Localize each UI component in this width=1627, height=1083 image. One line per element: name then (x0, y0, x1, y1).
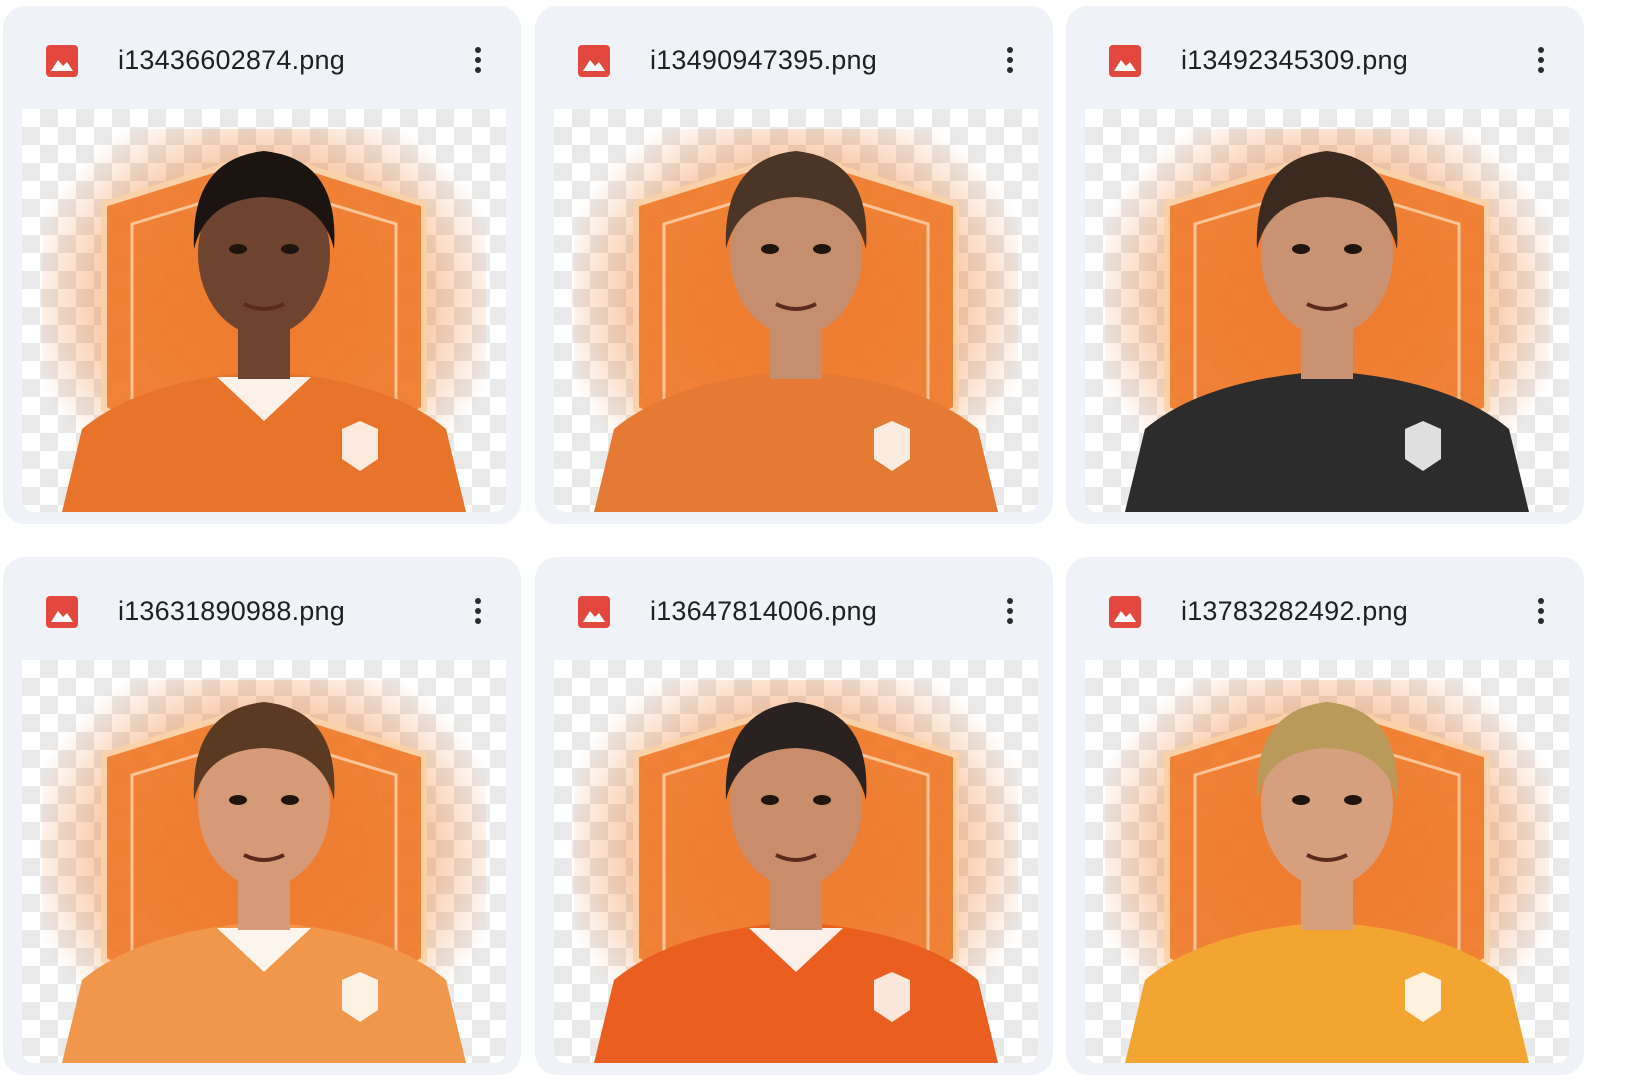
more-options-button[interactable] (995, 40, 1025, 80)
file-thumbnail[interactable] (1085, 660, 1569, 1063)
file-card[interactable]: i13492345309.png (1066, 6, 1584, 524)
image-file-icon (46, 45, 78, 77)
image-file-icon (578, 596, 610, 628)
file-card[interactable]: i13436602874.png (3, 6, 521, 524)
file-name: i13436602874.png (118, 45, 345, 75)
file-thumbnail[interactable] (1085, 109, 1569, 512)
more-options-button[interactable] (463, 40, 493, 80)
file-card-header: i13631890988.png (3, 557, 521, 657)
file-thumbnail[interactable] (22, 660, 506, 1063)
file-card-header: i13647814006.png (535, 557, 1053, 657)
more-options-button[interactable] (463, 591, 493, 631)
file-card-header: i13490947395.png (535, 6, 1053, 106)
player-portrait-image (574, 129, 1018, 512)
file-card[interactable]: i13490947395.png (535, 6, 1053, 524)
player-portrait-image (1105, 680, 1549, 1063)
file-card-header: i13492345309.png (1066, 6, 1584, 106)
file-card[interactable]: i13783282492.png (1066, 557, 1584, 1075)
player-portrait-image (1105, 129, 1549, 512)
file-card-header: i13783282492.png (1066, 557, 1584, 657)
player-portrait-image (42, 680, 486, 1063)
file-card[interactable]: i13631890988.png (3, 557, 521, 1075)
player-portrait-image (574, 680, 1018, 1063)
image-file-icon (578, 45, 610, 77)
image-file-icon (1109, 596, 1141, 628)
file-card[interactable]: i13647814006.png (535, 557, 1053, 1075)
player-portrait-image (42, 129, 486, 512)
file-name: i13492345309.png (1181, 45, 1408, 75)
file-name: i13490947395.png (650, 45, 877, 75)
more-options-button[interactable] (995, 591, 1025, 631)
file-name: i13631890988.png (118, 596, 345, 626)
image-file-icon (1109, 45, 1141, 77)
more-options-button[interactable] (1526, 40, 1556, 80)
image-file-icon (46, 596, 78, 628)
file-thumbnail[interactable] (554, 109, 1038, 512)
file-grid: i13436602874.png i13490947395.png i13492… (0, 0, 1627, 1083)
file-name: i13647814006.png (650, 596, 877, 626)
file-name: i13783282492.png (1181, 596, 1408, 626)
file-thumbnail[interactable] (554, 660, 1038, 1063)
more-options-button[interactable] (1526, 591, 1556, 631)
file-thumbnail[interactable] (22, 109, 506, 512)
file-card-header: i13436602874.png (3, 6, 521, 106)
